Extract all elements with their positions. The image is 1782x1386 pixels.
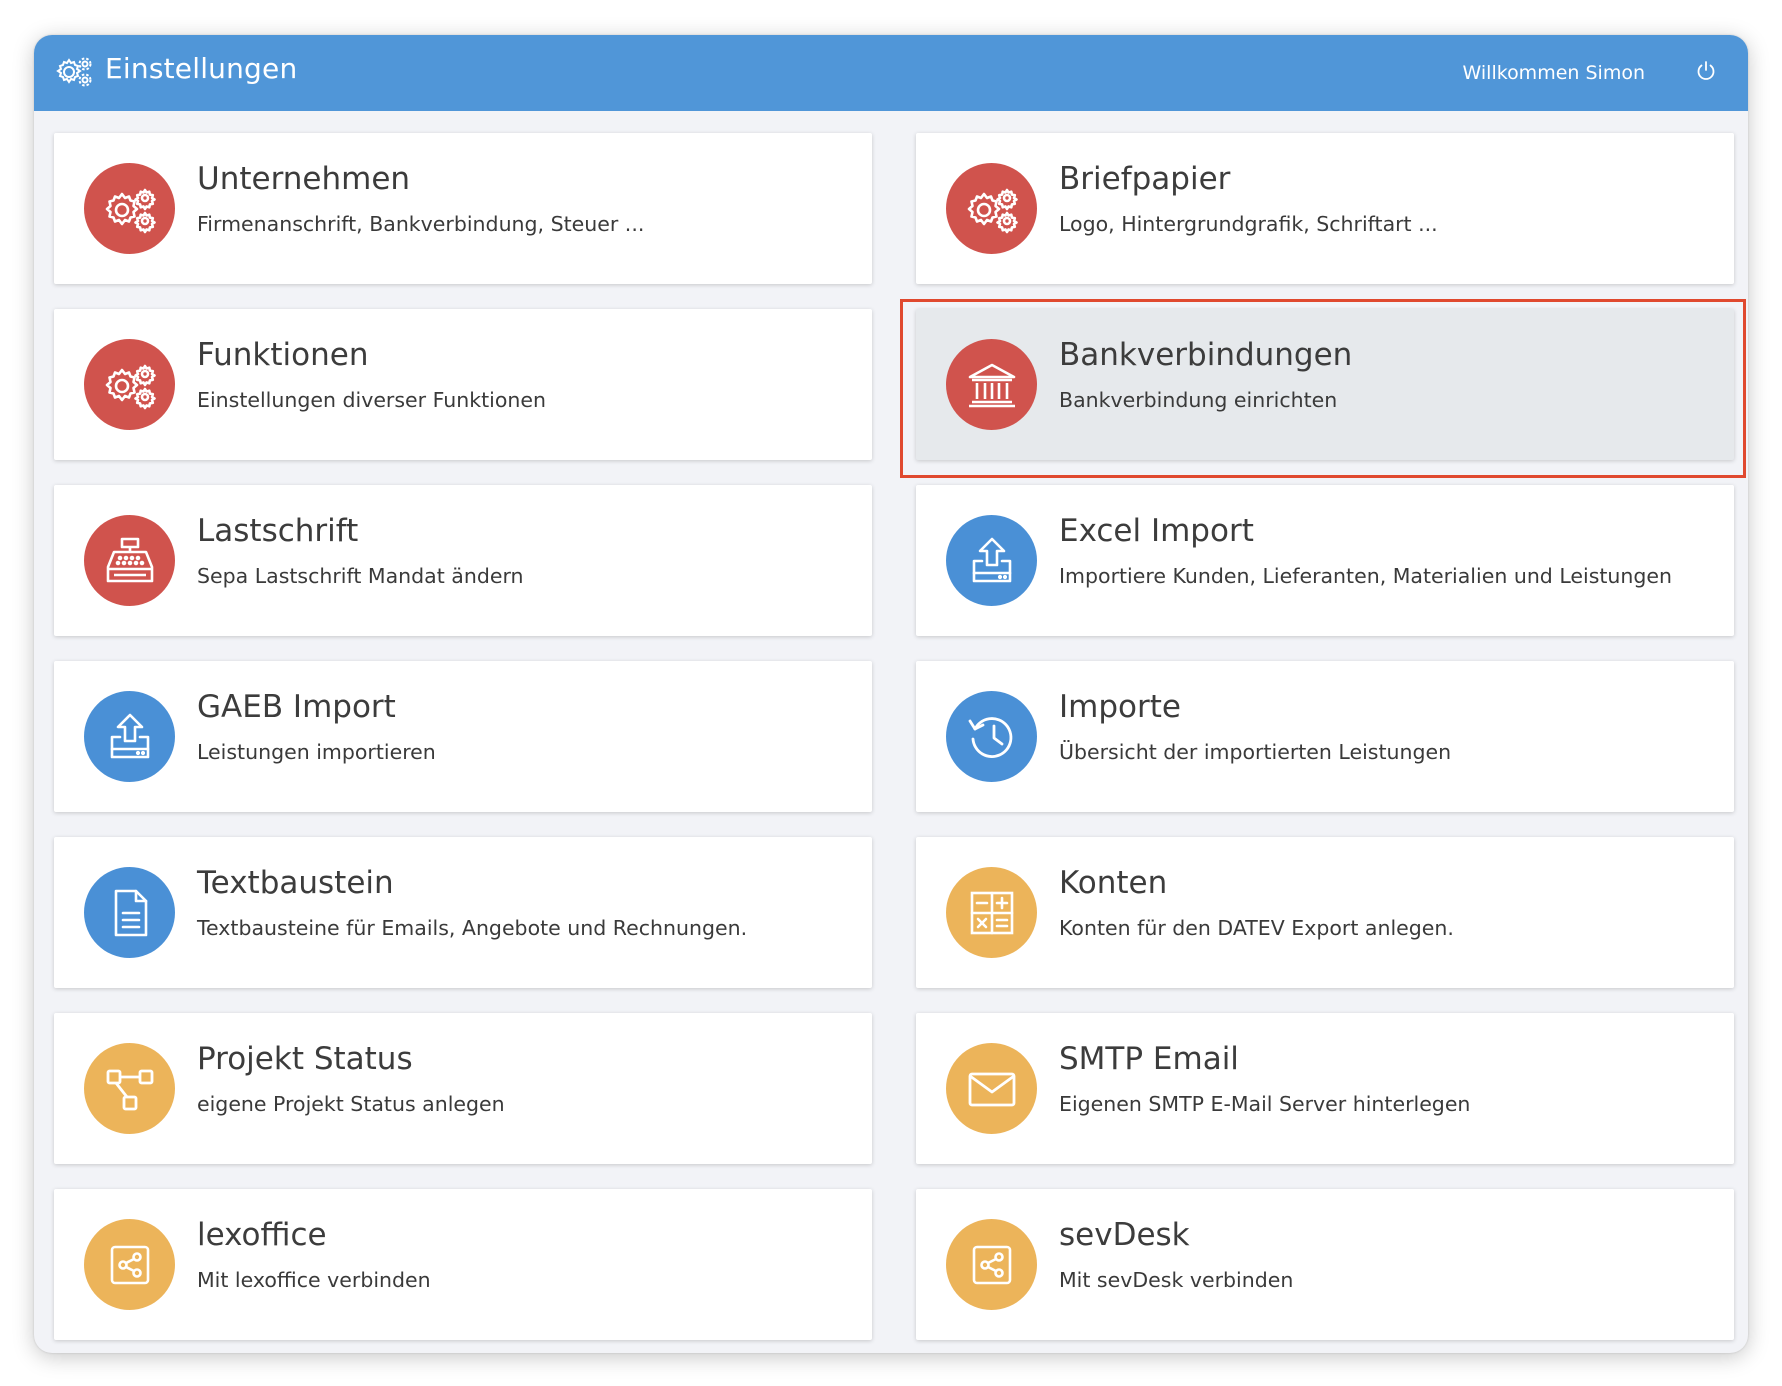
card-konten[interactable]: Konten Konten für den DATEV Export anlege… [916, 837, 1734, 988]
card-subtitle: Importiere Kunden, Lieferanten, Material… [1059, 564, 1673, 588]
power-icon[interactable] [1694, 59, 1718, 83]
card-title: Excel Import [1059, 513, 1254, 549]
card-subtitle: Übersicht der importierten Leistungen [1059, 740, 1452, 764]
gears-icon [56, 57, 92, 87]
card-title: Bankverbindungen [1059, 337, 1353, 373]
card-subtitle: Textbausteine für Emails, Angebote und R… [197, 916, 748, 940]
history-icon [946, 691, 1037, 782]
card-title: Textbaustein [197, 865, 394, 901]
card-lexoffice[interactable]: lexoffice Mit lexoffice verbinden [54, 1189, 872, 1340]
card-title: Unternehmen [197, 161, 411, 197]
card-subtitle: Logo, Hintergrundgrafik, Schriftart ... [1059, 212, 1438, 236]
card-title: Projekt Status [197, 1041, 413, 1077]
card-lastschrift[interactable]: Lastschrift Sepa Lastschrift Mandat änder… [54, 485, 872, 636]
welcome-text: Willkommen Simon [1462, 62, 1645, 84]
document-icon [84, 867, 175, 958]
gears-icon [84, 163, 175, 254]
card-subtitle: eigene Projekt Status anlegen [197, 1092, 505, 1116]
settings-window: Einstellungen Willkommen Simon Unternehm… [34, 35, 1748, 1353]
card-title: lexoffice [197, 1217, 327, 1253]
card-subtitle: Sepa Lastschrift Mandat ändern [197, 564, 524, 588]
card-title: Funktionen [197, 337, 369, 373]
cash-register-icon [84, 515, 175, 606]
card-subtitle: Eigenen SMTP E-Mail Server hinterlegen [1059, 1092, 1471, 1116]
card-title: SMTP Email [1059, 1041, 1239, 1077]
card-title: Lastschrift [197, 513, 359, 549]
card-importe[interactable]: Importe Übersicht der importierten Leistu… [916, 661, 1734, 812]
card-sevdesk[interactable]: sevDesk Mit sevDesk verbinden [916, 1189, 1734, 1340]
card-smtp-email[interactable]: SMTP Email Eigenen SMTP E-Mail Server hin… [916, 1013, 1734, 1164]
card-subtitle: Firmenanschrift, Bankverbindung, Steuer … [197, 212, 645, 236]
card-subtitle: Bankverbindung einrichten [1059, 388, 1338, 412]
card-excel-import[interactable]: Excel Import Importiere Kunden, Lieferant… [916, 485, 1734, 636]
card-subtitle: Konten für den DATEV Export anlegen. [1059, 916, 1454, 940]
calculator-icon [946, 867, 1037, 958]
card-textbaustein[interactable]: Textbaustein Textbausteine für Emails, An… [54, 837, 872, 988]
envelope-icon [946, 1043, 1037, 1134]
card-subtitle: Leistungen importieren [197, 740, 436, 764]
card-bankverbindungen[interactable]: Bankverbindungen Bankverbindung einrichte… [916, 309, 1734, 460]
page-title: Einstellungen [105, 52, 298, 85]
card-title: GAEB Import [197, 689, 396, 725]
card-subtitle: Einstellungen diverser Funktionen [197, 388, 547, 412]
top-bar: Einstellungen Willkommen Simon [34, 35, 1748, 111]
upload-icon [946, 515, 1037, 606]
card-projekt-status[interactable]: Projekt Status eigene Projekt Status anle… [54, 1013, 872, 1164]
card-subtitle: Mit sevDesk verbinden [1059, 1268, 1294, 1292]
card-title: sevDesk [1059, 1217, 1190, 1253]
card-gaeb-import[interactable]: GAEB Import Leistungen importieren [54, 661, 872, 812]
workflow-icon [84, 1043, 175, 1134]
card-title: Konten [1059, 865, 1168, 901]
bank-icon [946, 339, 1037, 430]
card-unternehmen[interactable]: Unternehmen Firmenanschrift, Bankverbindu… [54, 133, 872, 284]
gears-icon [946, 163, 1037, 254]
card-funktionen[interactable]: Funktionen Einstellungen diverser Funktio… [54, 309, 872, 460]
card-title: Importe [1059, 689, 1181, 725]
card-title: Briefpapier [1059, 161, 1231, 197]
share-icon [84, 1219, 175, 1310]
card-briefpapier[interactable]: Briefpapier Logo, Hintergrundgrafik, Schr… [916, 133, 1734, 284]
card-subtitle: Mit lexoffice verbinden [197, 1268, 431, 1292]
gears-icon [84, 339, 175, 430]
upload-icon [84, 691, 175, 782]
share-icon [946, 1219, 1037, 1310]
